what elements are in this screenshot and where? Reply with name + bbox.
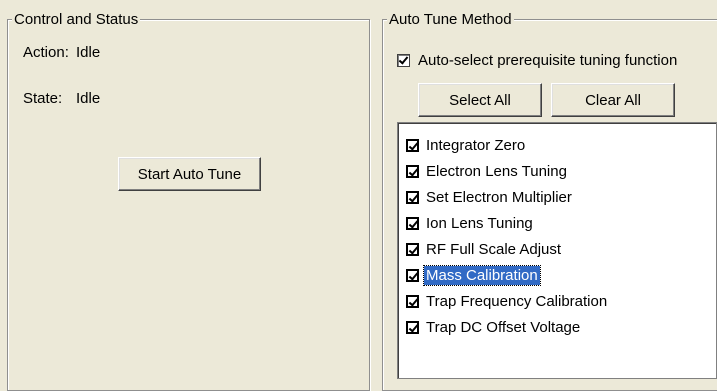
select-all-button[interactable]: Select All — [418, 83, 542, 117]
list-item-label: Ion Lens Tuning — [426, 214, 533, 232]
auto-tune-method-title: Auto Tune Method — [387, 11, 514, 28]
state-label: State: — [23, 90, 63, 107]
auto-select-checkbox-row[interactable]: Auto-select prerequisite tuning function — [397, 52, 677, 69]
list-item-set-electron-multiplier[interactable]: Set Electron Multiplier — [406, 185, 574, 209]
start-auto-tune-button[interactable]: Start Auto Tune — [118, 157, 261, 191]
list-item-label: Trap DC Offset Voltage — [426, 318, 581, 336]
list-item-electron-lens-tuning[interactable]: Electron Lens Tuning — [406, 159, 569, 183]
checkbox-checked-icon[interactable] — [406, 138, 419, 152]
action-label: Action: — [23, 44, 69, 61]
list-item-label: Trap Frequency Calibration — [426, 292, 608, 310]
clear-all-button[interactable]: Clear All — [551, 83, 675, 117]
checkbox-checked-icon[interactable] — [406, 216, 419, 230]
control-status-title: Control and Status — [12, 11, 141, 28]
auto-select-label: Auto-select prerequisite tuning function — [418, 52, 678, 69]
control-status-group: Control and Status — [7, 11, 370, 391]
list-item-label: Electron Lens Tuning — [426, 162, 567, 180]
auto-select-checkbox[interactable] — [397, 54, 410, 67]
list-item-trap-dc-offset-voltage[interactable]: Trap DC Offset Voltage — [406, 315, 582, 339]
list-item-label: Mass Calibration — [423, 264, 541, 286]
list-item-integrator-zero[interactable]: Integrator Zero — [406, 133, 527, 157]
list-item-rf-full-scale-adjust[interactable]: RF Full Scale Adjust — [406, 237, 563, 261]
action-value: Idle — [76, 44, 101, 61]
list-item-label: Set Electron Multiplier — [426, 188, 572, 206]
checkbox-checked-icon[interactable] — [406, 294, 419, 308]
list-item-trap-frequency-calibration[interactable]: Trap Frequency Calibration — [406, 289, 609, 313]
checkbox-checked-icon[interactable] — [406, 164, 419, 178]
checkbox-checked-icon[interactable] — [406, 320, 419, 334]
state-value: Idle — [76, 90, 101, 107]
list-item-label: RF Full Scale Adjust — [426, 240, 562, 258]
checkbox-checked-icon[interactable] — [406, 268, 419, 282]
checkbox-checked-icon[interactable] — [406, 190, 419, 204]
list-item-mass-calibration[interactable]: Mass Calibration — [406, 263, 541, 287]
list-item-ion-lens-tuning[interactable]: Ion Lens Tuning — [406, 211, 535, 235]
list-item-label: Integrator Zero — [426, 136, 526, 154]
tuning-function-list[interactable]: Integrator Zero Electron Lens Tuning Set… — [397, 122, 717, 379]
checkbox-checked-icon[interactable] — [406, 242, 419, 256]
